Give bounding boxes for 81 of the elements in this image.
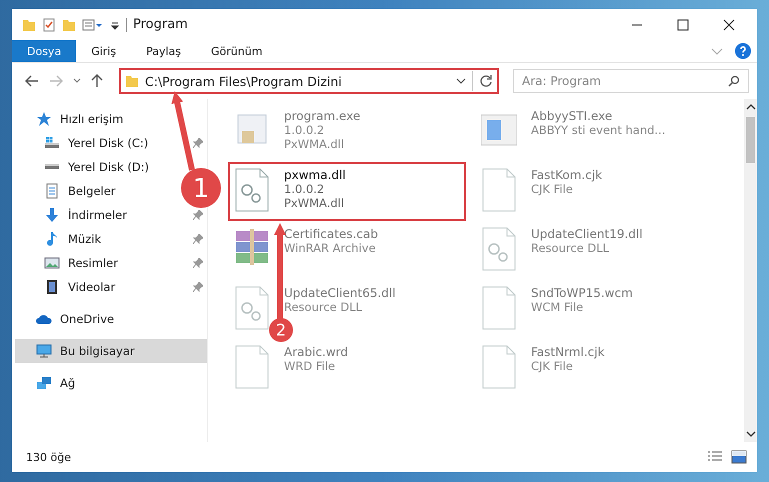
- search-field[interactable]: Ara: Program: [513, 69, 749, 93]
- blank-file-icon: [234, 345, 270, 389]
- pin-icon[interactable]: [193, 282, 203, 292]
- blank-file-icon: [481, 286, 517, 330]
- drive-icon: [44, 135, 60, 151]
- ribbon-tab[interactable]: Giriş: [76, 40, 132, 62]
- close-icon[interactable]: [723, 18, 735, 30]
- scroll-down-icon[interactable]: [746, 430, 756, 438]
- folder-icon: [125, 74, 139, 88]
- file-detail: WinRAR Archive: [284, 241, 377, 255]
- file-detail: PxWMA.dll: [284, 137, 346, 151]
- window-title: Program: [133, 17, 188, 32]
- pin-icon[interactable]: [193, 210, 203, 220]
- ribbon-tab[interactable]: Görünüm: [196, 40, 278, 62]
- file-detail: CJK File: [531, 182, 574, 196]
- blank-file-icon: [481, 168, 517, 212]
- chevron-down-icon[interactable]: [73, 78, 81, 84]
- pin-icon[interactable]: [193, 258, 203, 268]
- chevron-down-icon[interactable]: [456, 77, 466, 85]
- document-icon: [44, 183, 60, 199]
- sidebar-item[interactable]: Yerel Disk (D:): [12, 155, 154, 179]
- sidebar-item[interactable]: Bu bilgisayar: [15, 339, 207, 363]
- sidebar-item[interactable]: Ağ: [12, 371, 80, 395]
- file-detail: ABBYY sti event hand...: [531, 123, 666, 137]
- download-arrow-icon: [44, 207, 60, 223]
- step-number-badge: 2: [269, 318, 293, 342]
- back-arrow-icon[interactable]: [25, 75, 39, 87]
- scrollbar-thumb[interactable]: [746, 117, 755, 163]
- file-detail: WRD File: [284, 359, 336, 373]
- refresh-icon[interactable]: [479, 74, 493, 88]
- file-name: UpdateClient65.dll: [284, 286, 396, 300]
- file-name: program.exe: [284, 109, 360, 123]
- help-icon[interactable]: [735, 43, 751, 59]
- search-icon: [728, 75, 740, 87]
- gear-file-icon: [234, 286, 270, 330]
- sidebar-item[interactable]: Resimler: [12, 251, 122, 275]
- file-name: FastNrml.cjk: [531, 345, 605, 359]
- ribbon-tab[interactable]: Dosya: [12, 40, 76, 62]
- large-icons-view-icon[interactable]: [731, 450, 747, 464]
- file-detail: Resource DLL: [531, 241, 610, 255]
- sidebar-item[interactable]: Belgeler: [12, 179, 120, 203]
- sidebar-item[interactable]: Hızlı erişim: [12, 107, 128, 131]
- file-name: pxwma.dll: [284, 168, 346, 182]
- film-icon: [44, 279, 60, 295]
- view-dropdown-icon[interactable]: [82, 18, 104, 32]
- star-icon: [36, 111, 52, 127]
- gear-file-icon: [234, 168, 270, 212]
- network-icon: [36, 375, 52, 391]
- highlighted-file-item[interactable]: pxwma.dll 1.0.0.2 PxWMA.dll: [228, 162, 466, 221]
- item-count: 130 öğe: [26, 450, 71, 464]
- file-detail: PxWMA.dll: [284, 196, 346, 210]
- sidebar-item[interactable]: Müzik: [12, 227, 106, 251]
- file-detail: 1.0.0.2: [284, 182, 326, 196]
- sidebar-item[interactable]: Yerel Disk (C:): [12, 131, 152, 155]
- up-arrow-icon[interactable]: [91, 74, 103, 88]
- scroll-up-icon[interactable]: [746, 103, 756, 111]
- sidebar-item[interactable]: OneDrive: [12, 307, 118, 331]
- pin-icon[interactable]: [193, 234, 203, 244]
- picture-icon: [44, 255, 60, 271]
- sidebar-item[interactable]: Videolar: [12, 275, 120, 299]
- pin-icon[interactable]: [193, 138, 203, 148]
- file-name: Arabic.wrd: [284, 345, 348, 359]
- file-detail: Resource DLL: [284, 300, 364, 314]
- computer-icon: [36, 343, 52, 359]
- sidebar-item[interactable]: İndirmeler: [12, 203, 131, 227]
- blank-file-icon: [481, 345, 517, 389]
- ribbon-tab[interactable]: Paylaş: [131, 40, 196, 62]
- file-name: AbbyySTI.exe: [531, 109, 614, 123]
- properties-icon[interactable]: [42, 18, 56, 32]
- gear-file-icon: [481, 227, 517, 271]
- file-detail: WCM File: [531, 300, 584, 314]
- file-name: SndToWP15.wcm: [531, 286, 633, 300]
- step-number-badge: 1: [181, 168, 221, 208]
- file-detail: 1.0.0.2: [284, 123, 326, 137]
- file-name: UpdateClient19.dll: [531, 227, 643, 241]
- drive-icon: [44, 164, 60, 170]
- address-bar[interactable]: C:\Program Files\Program Dizini: [119, 68, 499, 94]
- file-name: Certificates.cab: [284, 227, 378, 241]
- file-name: FastKom.cjk: [531, 168, 602, 182]
- maximize-icon[interactable]: [677, 18, 689, 30]
- file-detail: CJK File: [531, 359, 574, 373]
